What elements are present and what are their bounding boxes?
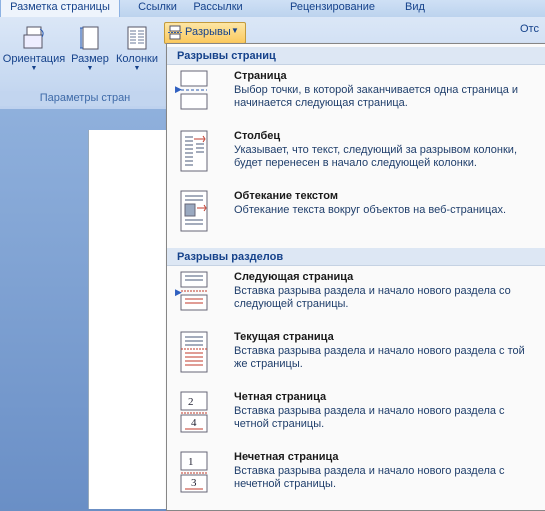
columns-icon <box>125 25 149 51</box>
breaks-dropdown-icon: ▼ <box>231 26 239 35</box>
ribbon-tabs: Разметка страницы Ссылки Рассылки Реценз… <box>0 0 545 18</box>
menu-item-text-wrapping[interactable]: Обтекание текстом Обтекание текста вокру… <box>167 186 545 244</box>
menu-item-description: Выбор точки, в которой заканчивается одн… <box>234 84 519 109</box>
menu-item-description: Вставка разрыва раздела и начало нового … <box>234 345 525 370</box>
continuous-icon <box>180 331 208 373</box>
menu-item-description: Вставка разрыва раздела и начало нового … <box>234 285 511 310</box>
menu-item-column[interactable]: Столбец Указывает, что текст, следующий … <box>167 126 545 184</box>
orientation-label: Ориентация <box>2 53 66 65</box>
section-breaks-header: Разрывы разделов <box>167 248 545 266</box>
menu-item-description: Указывает, что текст, следующий за разры… <box>234 144 518 169</box>
even-page-digit: 2 <box>188 396 194 408</box>
menu-item-description: Вставка разрыва раздела и начало нового … <box>234 405 505 430</box>
tab-view[interactable]: Вид <box>400 0 430 17</box>
even-page-icon: 2 4 <box>180 391 208 433</box>
orientation-dropdown-icon: ▼ <box>30 65 38 72</box>
size-button[interactable]: Размер ▼ <box>68 25 112 95</box>
menu-item-title: Нечетная страница <box>234 451 339 463</box>
menu-item-description: Обтекание текста вокруг объектов на веб-… <box>234 204 507 216</box>
breaks-label: Разрывы <box>185 26 231 38</box>
page-setup-group-label: Параметры стран <box>0 91 170 106</box>
size-label: Размер <box>71 53 109 65</box>
menu-item-title: Четная страница <box>234 391 327 403</box>
menu-item-continuous[interactable]: Текущая страница Вставка разрыва раздела… <box>167 327 545 385</box>
columns-button[interactable]: Колонки ▼ <box>113 25 161 95</box>
odd-page-icon: 1 3 <box>180 451 208 493</box>
columns-label: Колонки <box>116 53 158 65</box>
columns-dropdown-icon: ▼ <box>133 65 141 72</box>
page-breaks-header: Разрывы страниц <box>167 47 545 65</box>
size-icon <box>78 25 102 51</box>
odd-page-digit: 3 <box>191 477 197 489</box>
menu-item-title: Текущая страница <box>234 331 334 343</box>
next-page-icon <box>180 271 208 311</box>
odd-page-digit: 1 <box>188 456 194 468</box>
orientation-button[interactable]: Ориентация ▼ <box>2 25 66 95</box>
tab-page-layout[interactable]: Разметка страницы <box>0 0 120 17</box>
column-break-icon <box>180 130 208 172</box>
menu-item-title: Столбец <box>234 130 281 142</box>
page-break-icon <box>168 25 182 40</box>
orientation-icon <box>22 25 46 51</box>
even-page-digit: 4 <box>191 417 197 429</box>
menu-item-title: Следующая страница <box>234 271 354 283</box>
breaks-button[interactable]: Разрывы ▼ <box>164 22 246 44</box>
tab-mailings[interactable]: Рассылки <box>188 0 248 17</box>
menu-item-page[interactable]: ▶ Страница Выбор точки, в которой заканч… <box>167 66 545 124</box>
menu-item-odd-page[interactable]: 1 3 Нечетная страница Вставка разрыва ра… <box>167 447 545 505</box>
menu-item-title: Обтекание текстом <box>234 190 338 202</box>
tab-review[interactable]: Рецензирование <box>280 0 385 17</box>
tab-references[interactable]: Ссылки <box>135 0 180 17</box>
menu-item-description: Вставка разрыва раздела и начало нового … <box>234 465 505 490</box>
ribbon-right-partial-label: Отс <box>520 23 539 35</box>
menu-item-even-page[interactable]: 2 4 Четная страница Вставка разрыва разд… <box>167 387 545 445</box>
size-dropdown-icon: ▼ <box>86 65 94 72</box>
breaks-menu: Разрывы страниц ▶ Страница Выбор точки, … <box>166 43 545 511</box>
page-break-icon <box>180 70 208 110</box>
text-wrapping-icon <box>180 190 208 232</box>
menu-item-title: Страница <box>234 70 287 82</box>
menu-item-next-page[interactable]: ▶ Следующая страница Вставка разрыва раз… <box>167 267 545 325</box>
